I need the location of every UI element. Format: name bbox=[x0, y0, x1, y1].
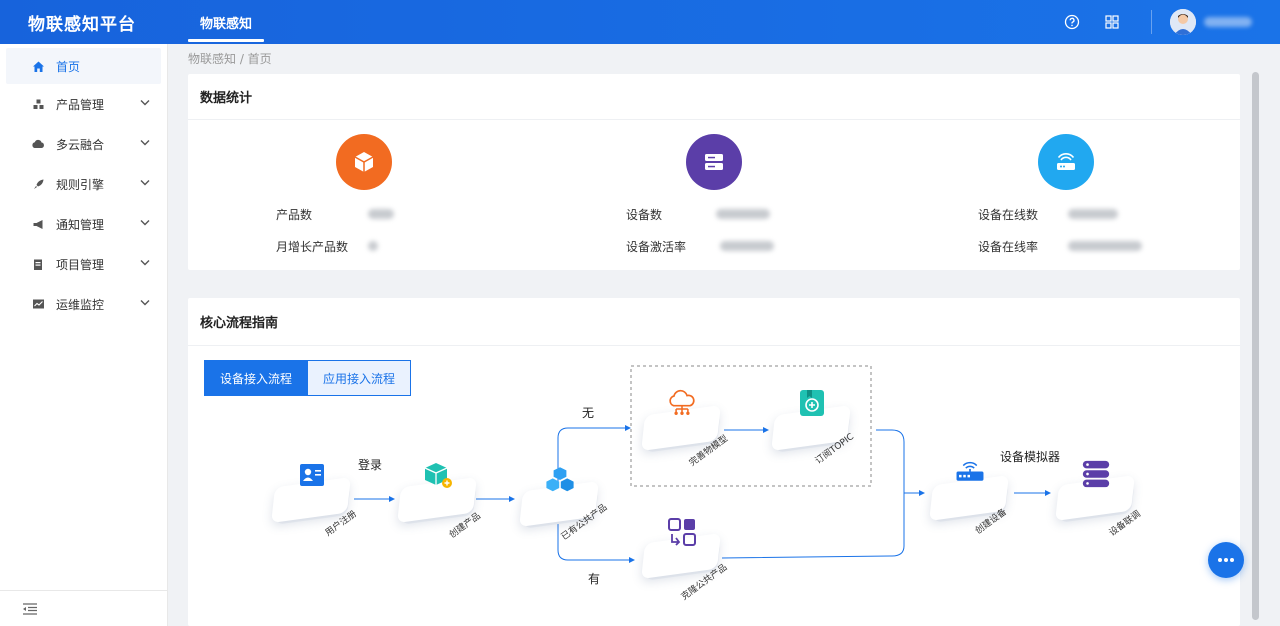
cloud-icon bbox=[30, 136, 46, 152]
server-stack-icon bbox=[1080, 458, 1112, 490]
cubes-stack-icon bbox=[544, 464, 576, 496]
sidebar-item-label: 项目管理 bbox=[56, 257, 105, 272]
stats-card-title: 数据统计 bbox=[188, 74, 1240, 120]
stat-label-online-count: 设备在线数 bbox=[978, 208, 1039, 222]
cloud-network-icon bbox=[666, 388, 698, 420]
chevron-down-icon bbox=[139, 217, 151, 232]
stat-value-blurred bbox=[716, 209, 770, 219]
id-card-icon bbox=[296, 460, 328, 492]
sidebar-item-rules[interactable]: 规则引擎 bbox=[0, 164, 167, 204]
sidebar-item-products[interactable]: 产品管理 bbox=[0, 84, 167, 124]
sidebar-item-projects[interactable]: 项目管理 bbox=[0, 244, 167, 284]
top-header: 物联感知平台 物联感知 bbox=[0, 0, 1280, 44]
sidebar-item-label: 产品管理 bbox=[56, 97, 105, 112]
chevron-down-icon bbox=[139, 257, 151, 272]
stat-value-blurred bbox=[368, 241, 378, 251]
clipboard-icon bbox=[30, 256, 46, 272]
menu-fold-icon[interactable] bbox=[0, 590, 167, 626]
book-plus-icon bbox=[796, 388, 828, 420]
header-divider bbox=[1151, 10, 1152, 34]
server-icon bbox=[686, 134, 742, 190]
flow-label-login: 登录 bbox=[358, 458, 383, 472]
chat-bubble-icon[interactable] bbox=[1208, 542, 1244, 578]
monitor-icon bbox=[30, 296, 46, 312]
question-circle-icon[interactable] bbox=[1057, 7, 1087, 37]
cube-plus-icon bbox=[422, 460, 454, 492]
rocket-icon bbox=[30, 176, 46, 192]
clone-icon bbox=[666, 516, 698, 548]
chevron-down-icon bbox=[139, 297, 151, 312]
flow-label-has: 有 bbox=[588, 572, 601, 586]
sidebar-item-monitor[interactable]: 运维监控 bbox=[0, 284, 167, 324]
router-device-icon bbox=[954, 458, 986, 490]
main-scrollbar[interactable] bbox=[1252, 72, 1259, 620]
chevron-down-icon bbox=[139, 177, 151, 192]
sidebar-item-label: 规则引擎 bbox=[56, 177, 105, 192]
stats-card: 数据统计 产品数 月增长产品数 设备数 设备激活率 设备在线数 设备在线率 bbox=[188, 74, 1240, 270]
flow-label-simulator: 设备模拟器 bbox=[1000, 450, 1061, 464]
megaphone-icon bbox=[30, 216, 46, 232]
grid-icon[interactable] bbox=[1097, 7, 1127, 37]
stat-value-blurred bbox=[1068, 209, 1118, 219]
sidebar-item-label: 运维监控 bbox=[56, 297, 105, 312]
cubes-icon bbox=[30, 96, 46, 112]
stat-label-activation-rate: 设备激活率 bbox=[626, 240, 687, 254]
sidebar-item-home[interactable]: 首页 bbox=[6, 48, 161, 84]
sidebar-item-multicloud[interactable]: 多云融合 bbox=[0, 124, 167, 164]
username-blurred[interactable] bbox=[1204, 17, 1252, 27]
stat-label-product-count: 产品数 bbox=[276, 208, 313, 222]
user-avatar[interactable] bbox=[1170, 9, 1196, 35]
sidebar-item-notify[interactable]: 通知管理 bbox=[0, 204, 167, 244]
stat-label-monthly-growth: 月增长产品数 bbox=[276, 240, 349, 254]
stat-label-device-count: 设备数 bbox=[626, 208, 663, 222]
app-logo: 物联感知平台 bbox=[28, 14, 136, 35]
header-actions bbox=[1057, 0, 1280, 44]
chevron-down-icon bbox=[139, 137, 151, 152]
sidebar-item-label: 多云融合 bbox=[56, 137, 105, 152]
flow-label-none: 无 bbox=[582, 406, 595, 420]
stat-value-blurred bbox=[1068, 241, 1142, 251]
sidebar: 首页 产品管理 多云融合 规则引擎 通知管理 项目管理 运维监控 bbox=[0, 44, 168, 626]
sidebar-item-label: 首页 bbox=[56, 59, 81, 74]
stat-label-online-rate: 设备在线率 bbox=[978, 240, 1039, 254]
nav-tab-iot[interactable]: 物联感知 bbox=[187, 0, 265, 44]
home-icon bbox=[30, 58, 46, 74]
stat-value-blurred bbox=[368, 209, 394, 219]
stat-value-blurred bbox=[720, 241, 774, 251]
router-icon bbox=[1038, 134, 1094, 190]
node-device-debug[interactable] bbox=[1052, 458, 1138, 523]
chevron-down-icon bbox=[139, 97, 151, 112]
flow-guide-card: 核心流程指南 设备接入流程 应用接入流程 用户注册 创建产品 已有公共产品 完善… bbox=[188, 298, 1240, 626]
sidebar-item-label: 通知管理 bbox=[56, 217, 105, 232]
breadcrumb: 物联感知 / 首页 bbox=[188, 52, 272, 66]
box-icon bbox=[336, 134, 392, 190]
